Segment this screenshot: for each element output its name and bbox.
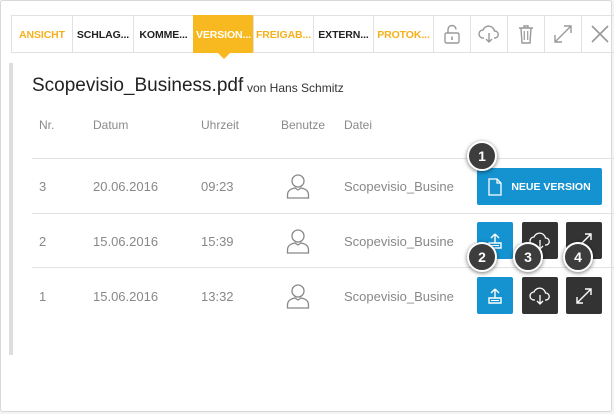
unlock-button[interactable] — [433, 15, 470, 53]
expand-button[interactable] — [544, 15, 581, 53]
cell-datei[interactable]: Scopevisio_Busine — [344, 234, 454, 249]
user-icon — [286, 174, 310, 199]
document-title: Scopevisio_Business.pdf — [32, 75, 244, 96]
tab-protokoll[interactable]: PROTOK... — [373, 15, 433, 53]
cell-nr: 3 — [39, 179, 47, 194]
cell-datei[interactable]: Scopevisio_Busine — [344, 289, 454, 304]
expand-icon — [576, 287, 592, 304]
tab-bar: ANSICHT SCHLAG... KOMME... VERSION... FR… — [11, 15, 614, 59]
callout-badge-4: 4 — [563, 242, 593, 272]
scrollbar[interactable] — [9, 63, 13, 355]
cloud-download-icon — [478, 25, 499, 43]
tab-kommentare[interactable]: KOMME... — [133, 15, 193, 53]
cloud-download-icon — [529, 287, 550, 305]
tab-schlagworte[interactable]: SCHLAG... — [72, 15, 133, 53]
tab-versionen[interactable]: VERSION... — [193, 15, 253, 59]
expand-icon — [554, 25, 572, 43]
column-header-datei: Datei — [344, 118, 373, 132]
trash-icon — [519, 25, 533, 44]
user-icon — [286, 229, 310, 254]
column-header-nr: Nr. — [39, 118, 55, 132]
cell-uhrzeit: 13:32 — [201, 289, 234, 304]
document-icon — [488, 177, 502, 196]
new-version-label: NEUE VERSION — [511, 180, 591, 193]
cell-nr: 1 — [39, 289, 47, 304]
download-button[interactable] — [470, 15, 507, 53]
delete-button[interactable] — [507, 15, 544, 53]
download-version-button[interactable] — [522, 277, 558, 314]
close-button[interactable] — [581, 15, 614, 53]
unlock-icon — [444, 24, 460, 44]
user-icon — [286, 284, 310, 309]
callout-badge-3: 3 — [513, 242, 543, 272]
cell-uhrzeit: 15:39 — [201, 234, 234, 249]
column-header-datum: Datum — [93, 118, 129, 132]
expand-version-button[interactable] — [566, 277, 602, 314]
callout-badge-2: 2 — [467, 242, 497, 272]
callout-badge-1: 1 — [467, 141, 497, 171]
tab-ansicht[interactable]: ANSICHT — [11, 15, 72, 53]
upload-version-button[interactable] — [477, 277, 513, 314]
cell-datum: 15.06.2016 — [93, 289, 159, 304]
tab-freigabe[interactable]: FREIGAB... — [253, 15, 313, 53]
upload-icon — [488, 288, 502, 304]
version-panel: ANSICHT SCHLAG... KOMME... VERSION... FR… — [0, 0, 614, 412]
column-header-benutzer: Benutze — [281, 118, 326, 132]
cell-datum: 15.06.2016 — [93, 234, 159, 249]
column-header-uhrzeit: Uhrzeit — [201, 118, 240, 132]
cell-datei[interactable]: Scopevisio_Busine — [344, 179, 454, 194]
cell-datum: 20.06.2016 — [93, 179, 159, 194]
tab-extern[interactable]: EXTERN... — [313, 15, 373, 53]
row-divider — [32, 213, 614, 214]
cell-nr: 2 — [39, 234, 47, 249]
new-version-button[interactable]: NEUE VERSION — [477, 168, 602, 205]
cell-uhrzeit: 09:23 — [201, 179, 234, 194]
document-owner: von Hans Schmitz — [247, 81, 344, 95]
close-icon — [590, 25, 609, 43]
row-divider — [32, 158, 614, 159]
